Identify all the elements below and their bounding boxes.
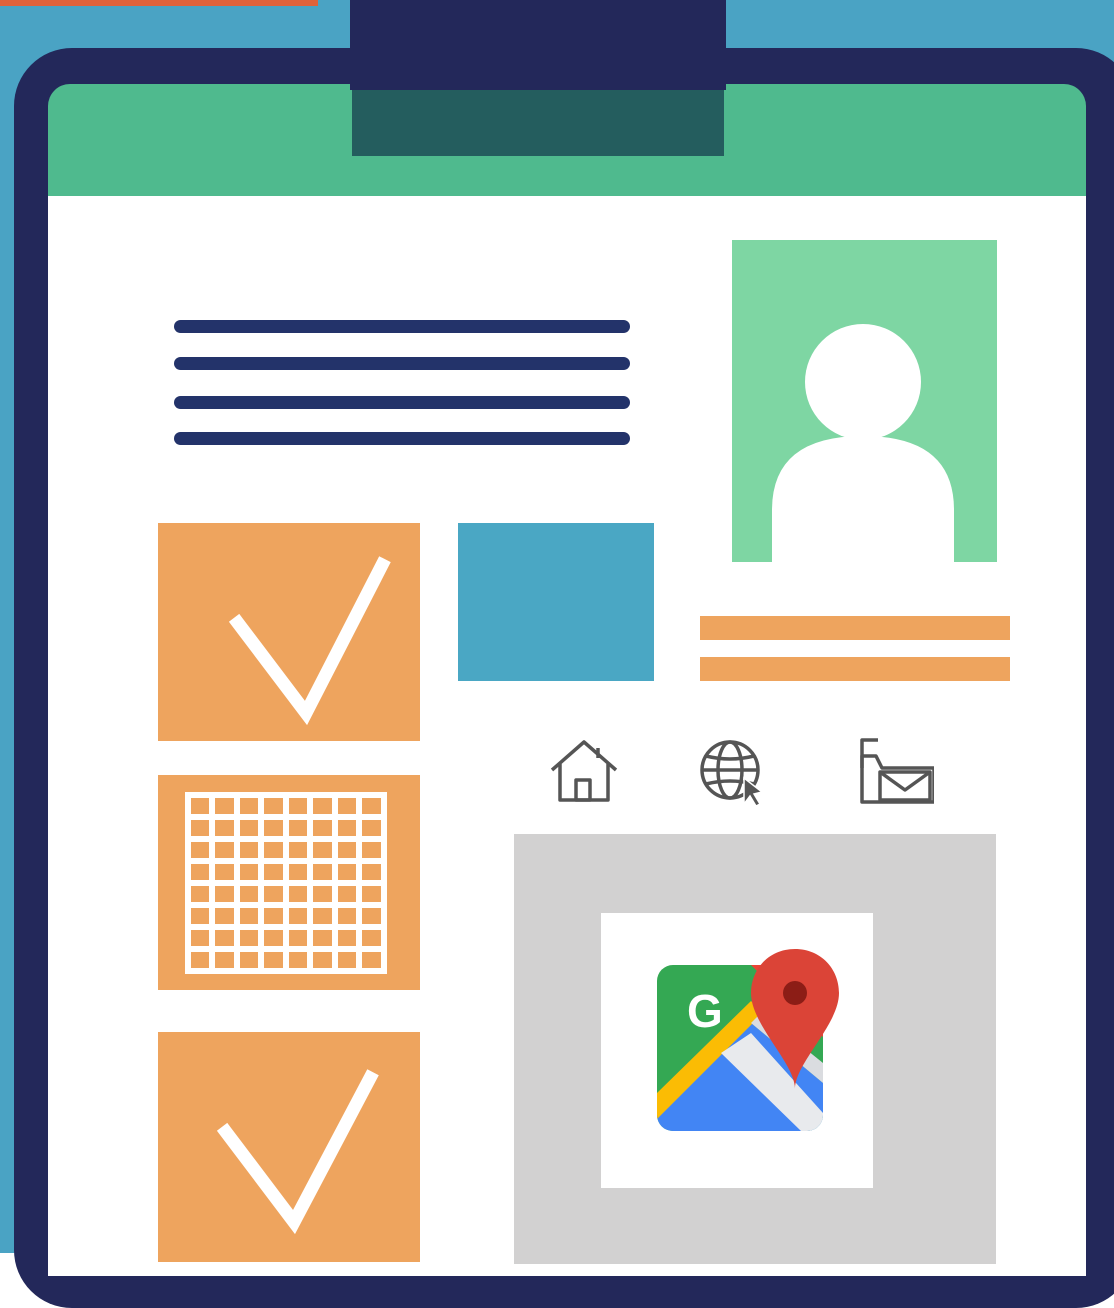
check-icon — [228, 556, 391, 726]
clipboard-clip — [350, 0, 726, 90]
clipboard-clip-inner — [352, 90, 724, 156]
google-maps-icon: G — [657, 949, 839, 1131]
caption-line — [700, 616, 1010, 640]
globe-cursor-icon[interactable] — [696, 734, 772, 810]
folder-mail-icon[interactable] — [858, 734, 934, 810]
grid-icon — [185, 792, 387, 974]
user-avatar-icon — [772, 324, 954, 562]
checkmark-tile[interactable] — [158, 523, 420, 741]
text-line — [174, 320, 630, 333]
text-line — [174, 432, 630, 445]
map-app-card[interactable]: G — [601, 913, 873, 1188]
maps-glyph: G — [687, 985, 723, 1037]
blue-block[interactable] — [458, 523, 654, 681]
profile-photo[interactable] — [732, 240, 997, 562]
caption-line — [700, 657, 1010, 681]
home-icon[interactable] — [546, 734, 622, 810]
text-line — [174, 357, 630, 370]
text-line — [174, 396, 630, 409]
grid-tile[interactable] — [158, 775, 420, 990]
checkmark-tile[interactable] — [158, 1032, 420, 1262]
corner-tab — [0, 0, 318, 6]
check-icon — [216, 1069, 379, 1235]
